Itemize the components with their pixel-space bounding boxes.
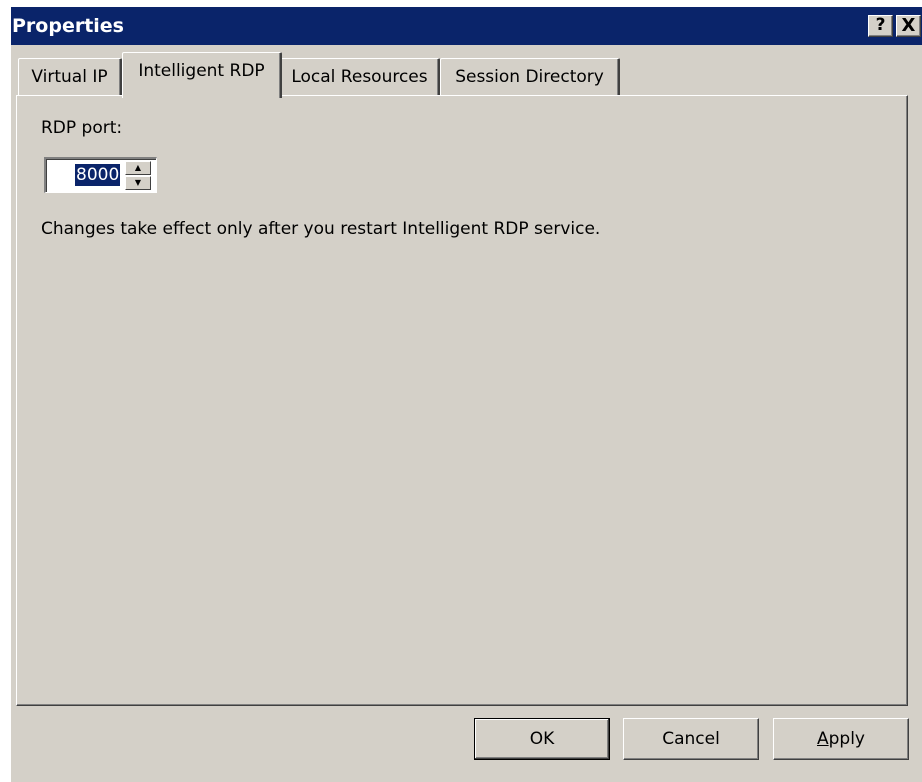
tab-virtual-ip[interactable]: Virtual IP xyxy=(18,58,122,96)
close-button[interactable]: X xyxy=(896,15,921,37)
apply-mnemonic: A xyxy=(816,729,829,749)
spin-down-arrow-icon[interactable]: ▼ xyxy=(125,176,151,190)
spin-buttons: ▲ ▼ xyxy=(125,161,151,190)
rdp-port-input[interactable]: 8000 xyxy=(75,164,121,186)
tab-session-directory[interactable]: Session Directory xyxy=(440,58,620,96)
apply-label-rest: pply xyxy=(828,729,865,749)
apply-button[interactable]: Apply xyxy=(773,718,909,760)
cancel-button[interactable]: Cancel xyxy=(623,718,759,760)
title-bar[interactable]: Properties ? X xyxy=(11,7,922,45)
spin-up-arrow-icon[interactable]: ▲ xyxy=(125,161,151,175)
rdp-port-spinner[interactable]: 8000 ▲ ▼ xyxy=(44,157,157,193)
ok-button[interactable]: OK xyxy=(474,718,610,760)
tab-intelligent-rdp[interactable]: Intelligent RDP xyxy=(122,52,282,98)
window-title: Properties xyxy=(12,15,124,37)
restart-note: Changes take effect only after you resta… xyxy=(41,219,601,239)
rdp-port-label: RDP port: xyxy=(41,118,123,138)
help-button[interactable]: ? xyxy=(868,15,893,37)
tab-local-resources[interactable]: Local Resources xyxy=(280,58,440,96)
